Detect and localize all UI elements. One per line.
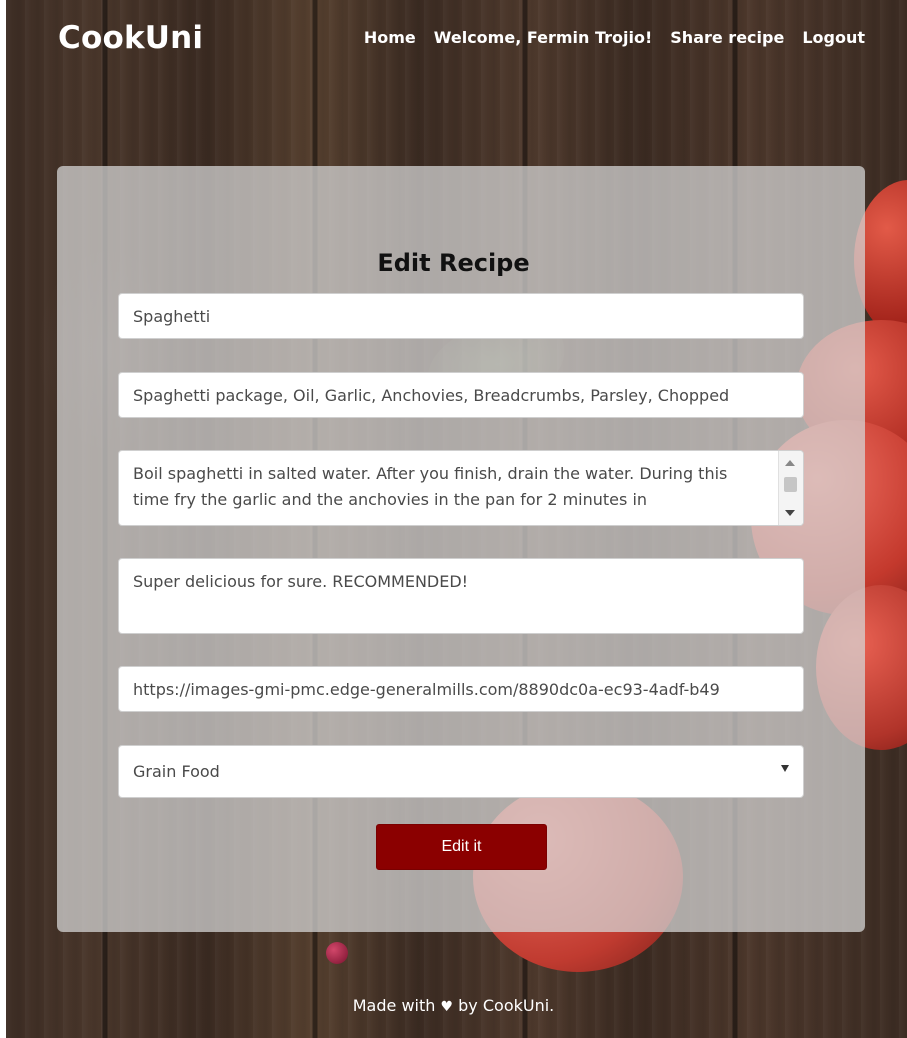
nav-home[interactable]: Home (364, 28, 416, 47)
nav-logout[interactable]: Logout (802, 28, 865, 47)
footer-prefix: Made with (352, 996, 436, 1015)
image-url-input[interactable]: https://images-gmi-pmc.edge-generalmills… (118, 666, 804, 712)
scroll-up-icon[interactable] (785, 460, 795, 466)
description-value: Super delicious for sure. RECOMMENDED! (133, 572, 469, 591)
edit-recipe-card (57, 166, 865, 932)
meal-name-value: Spaghetti (133, 306, 211, 326)
nav-share-recipe[interactable]: Share recipe (670, 28, 784, 47)
navbar: CookUni Home Welcome, Fermin Trojio! Sha… (0, 0, 907, 90)
description-textarea[interactable]: Super delicious for sure. RECOMMENDED! (118, 558, 804, 634)
image-url-value: https://images-gmi-pmc.edge-generalmills… (133, 679, 720, 699)
preparation-textarea[interactable]: Boil spaghetti in salted water. After yo… (118, 450, 804, 526)
textarea-scrollbar[interactable] (778, 451, 803, 525)
footer: Made with ♥ by CookUni. (0, 996, 907, 1015)
footer-suffix: by CookUni. (458, 996, 555, 1015)
page-title: Edit Recipe (377, 249, 530, 278)
ingredients-value: Spaghetti package, Oil, Garlic, Anchovie… (133, 385, 730, 405)
heart-icon: ♥ (440, 999, 454, 1015)
nav-links: Home Welcome, Fermin Trojio! Share recip… (364, 28, 865, 47)
nav-welcome[interactable]: Welcome, Fermin Trojio! (434, 28, 653, 47)
meal-name-input[interactable]: Spaghetti (118, 293, 804, 339)
berry-decoration (326, 942, 348, 964)
category-select[interactable]: Grain Food (118, 745, 804, 798)
preparation-value: Boil spaghetti in salted water. After yo… (133, 464, 728, 509)
category-selected-value: Grain Food (133, 762, 220, 781)
scroll-thumb[interactable] (784, 477, 797, 492)
brand-link[interactable]: CookUni (58, 20, 203, 56)
ingredients-input[interactable]: Spaghetti package, Oil, Garlic, Anchovie… (118, 372, 804, 418)
edit-recipe-button[interactable]: Edit it (376, 824, 547, 870)
scroll-down-icon[interactable] (785, 510, 795, 516)
chevron-down-icon (781, 765, 789, 772)
